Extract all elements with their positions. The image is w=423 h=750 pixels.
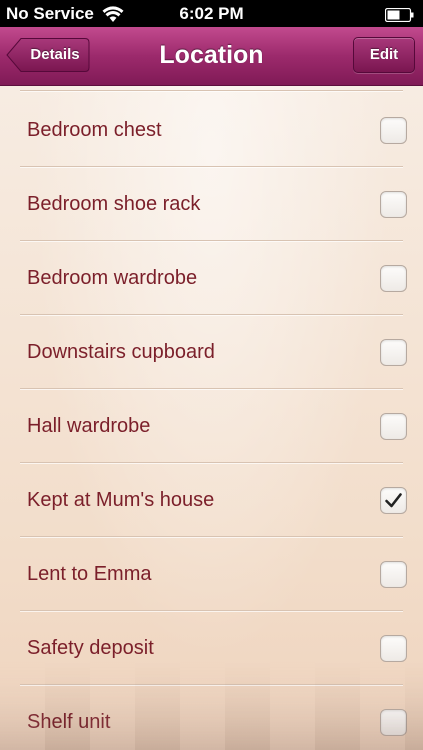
checkbox-checked[interactable] <box>380 487 407 514</box>
location-label: Safety deposit <box>27 637 154 659</box>
checkbox[interactable] <box>380 561 407 588</box>
location-label: Bedroom wardrobe <box>27 267 198 289</box>
checkbox[interactable] <box>380 413 407 440</box>
back-button[interactable]: Details <box>6 37 90 73</box>
battery-icon <box>384 7 415 22</box>
location-row[interactable]: Shelf unit <box>0 685 423 750</box>
checkbox[interactable] <box>380 339 407 366</box>
status-bar: No Service 6:02 PM <box>0 0 423 27</box>
location-row[interactable]: Safety deposit <box>0 611 423 685</box>
location-label: Kept at Mum's house <box>27 489 215 511</box>
location-row[interactable]: Bedroom shoe rack <box>0 167 423 241</box>
divider <box>20 90 403 91</box>
location-row[interactable]: Bedroom wardrobe <box>0 241 423 315</box>
checkmark-icon <box>385 493 402 508</box>
back-button-label: Details <box>30 46 80 63</box>
carrier-label: No Service <box>6 3 94 23</box>
checkbox[interactable] <box>380 635 407 662</box>
location-label: Shelf unit <box>27 711 111 733</box>
location-label: Bedroom shoe rack <box>27 193 201 215</box>
location-label: Downstairs cupboard <box>27 341 215 363</box>
location-label: Bedroom chest <box>27 119 162 141</box>
checkbox[interactable] <box>380 265 407 292</box>
edit-button[interactable]: Edit <box>353 37 415 73</box>
location-list: Bedroom chest Bedroom shoe rack Bedroom wa… <box>0 86 423 750</box>
checkbox[interactable] <box>380 117 407 144</box>
location-label: Lent to Emma <box>27 563 152 585</box>
location-row[interactable]: Lent to Emma <box>0 537 423 611</box>
navigation-bar: Location Details Edit <box>0 27 423 86</box>
wifi-icon <box>102 5 124 23</box>
checkbox[interactable] <box>380 709 407 736</box>
location-row[interactable]: Bedroom chest <box>0 93 423 167</box>
location-row[interactable]: Kept at Mum's house <box>0 463 423 537</box>
location-row[interactable]: Downstairs cupboard <box>0 315 423 389</box>
location-label: Hall wardrobe <box>27 415 151 437</box>
checkbox[interactable] <box>380 191 407 218</box>
status-left: No Service <box>6 4 124 24</box>
location-row[interactable]: Hall wardrobe <box>0 389 423 463</box>
